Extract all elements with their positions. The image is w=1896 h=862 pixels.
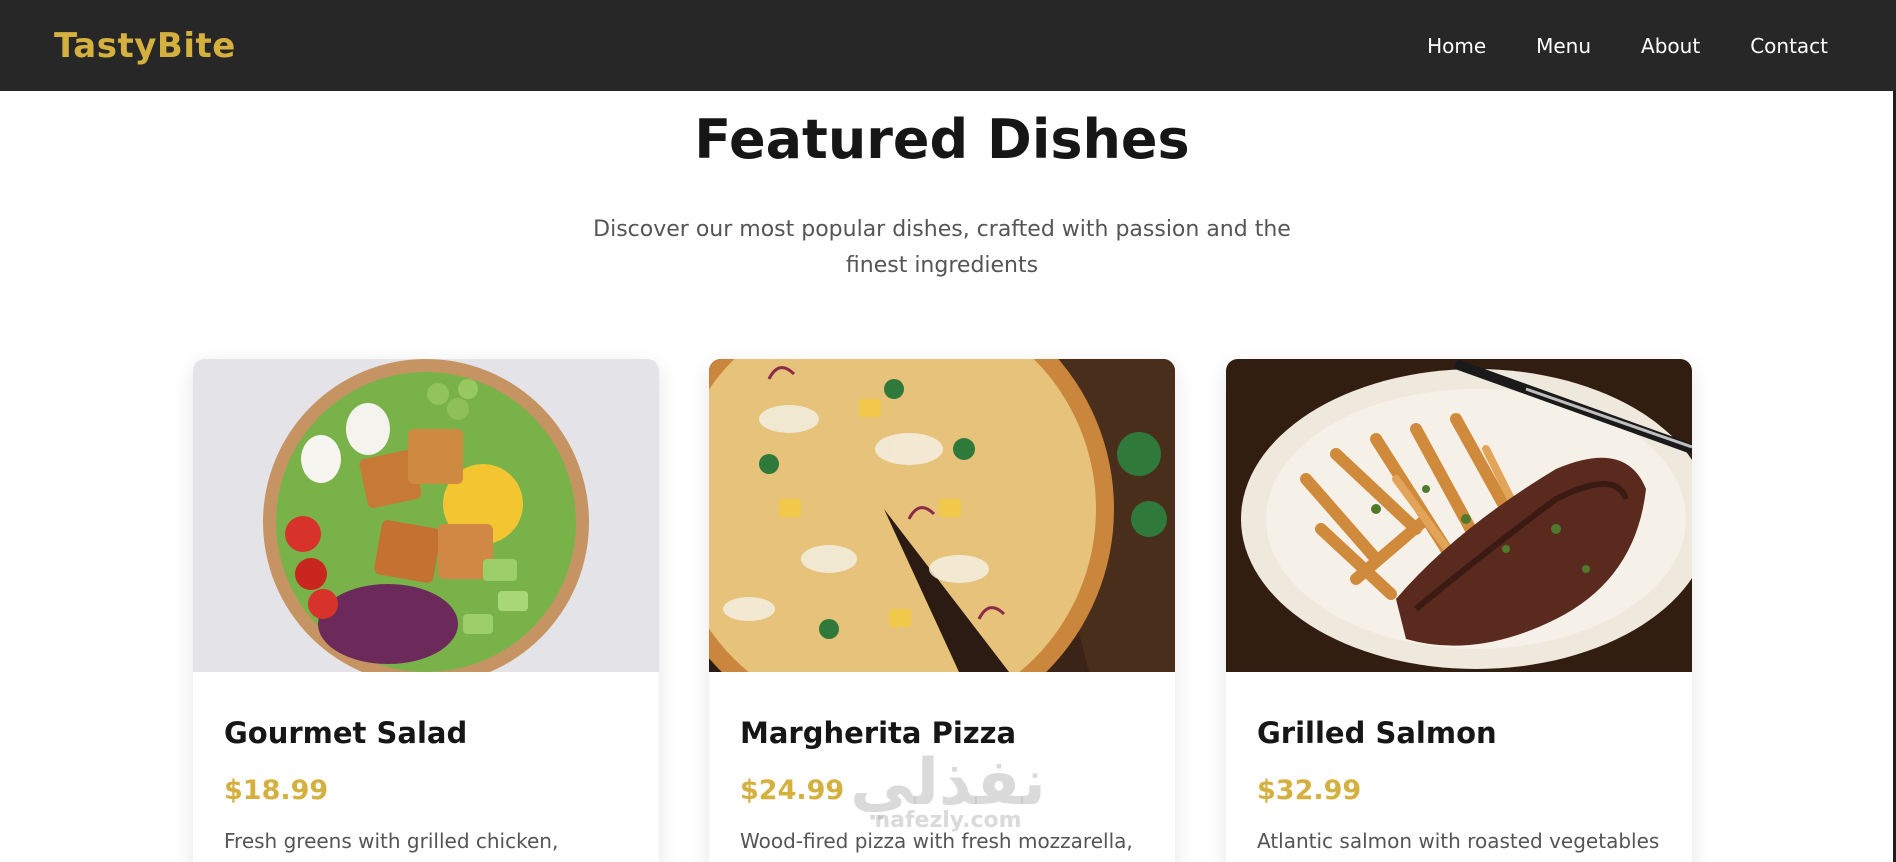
nav-link-home[interactable]: Home: [1427, 34, 1486, 58]
nav-link-menu[interactable]: Menu: [1536, 34, 1591, 58]
section-title: Featured Dishes: [694, 108, 1190, 171]
nav-link-contact[interactable]: Contact: [1750, 34, 1828, 58]
salad-bowl-photo: [193, 359, 659, 672]
card-description: Atlantic salmon with roasted vegetables: [1257, 829, 1660, 853]
navbar: TastyBite Home Menu About Contact: [0, 0, 1896, 91]
nav-link-about[interactable]: About: [1641, 34, 1700, 58]
card-title: Grilled Salmon: [1257, 716, 1497, 750]
card-description: Fresh greens with grilled chicken,: [224, 829, 559, 853]
pizza-photo: [709, 359, 1175, 672]
section-subtitle: Discover our most popular dishes, crafte…: [593, 217, 1291, 278]
card-description: Wood-fired pizza with fresh mozzarella,: [740, 829, 1133, 853]
card-price: $18.99: [224, 775, 329, 806]
dish-card-salad[interactable]: Gourmet Salad $18.99 Fresh greens with g…: [193, 359, 659, 862]
nav-links: Home Menu About Contact: [1427, 34, 1828, 58]
card-price: $32.99: [1257, 775, 1362, 806]
steak-fries-photo: [1226, 359, 1692, 672]
dish-card-pizza[interactable]: Margherita Pizza $24.99 Wood-fired pizza…: [709, 359, 1175, 862]
card-title: Margherita Pizza: [740, 716, 1017, 750]
brand-logo[interactable]: TastyBite: [54, 26, 236, 66]
dish-card-salmon[interactable]: Grilled Salmon $32.99 Atlantic salmon wi…: [1226, 359, 1692, 862]
card-title: Gourmet Salad: [224, 716, 468, 750]
card-price: $24.99: [740, 775, 845, 806]
